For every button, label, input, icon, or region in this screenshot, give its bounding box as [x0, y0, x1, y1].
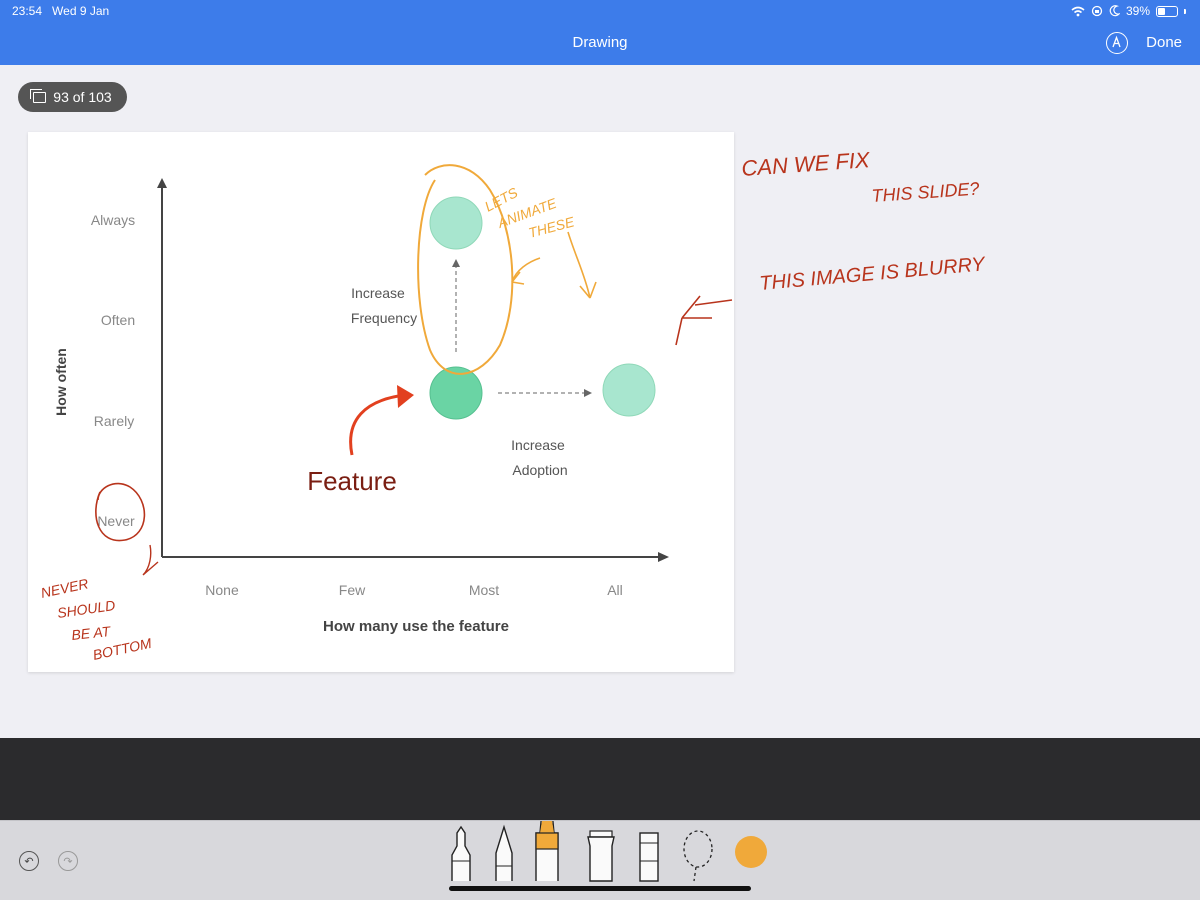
ink-never-line2: SHOULD [56, 597, 116, 621]
ink-fix-note: CAN WE FIX THIS SLIDE? [741, 147, 980, 206]
ink-never-line1: NEVER [39, 575, 90, 601]
ink-never-note: NEVER SHOULD BE AT BOTTOM [39, 575, 153, 663]
ink-arrow-orange-left [511, 257, 541, 285]
pen-tool-icon[interactable] [451, 825, 471, 881]
ink-never-line3: BE AT [71, 623, 113, 643]
ink-fix-line1: CAN WE FIX [741, 147, 872, 181]
ink-feature-label: Feature [307, 466, 397, 496]
ink-annotations: LETS ANIMATE THESE Feature NEVER SHOULD … [39, 147, 988, 663]
tool-palette [451, 821, 767, 882]
ink-feature-arrow [349, 393, 406, 456]
ink-arrow-never [142, 544, 159, 576]
ink-arrow-blurry [675, 295, 733, 346]
lasso-tool-icon[interactable] [683, 830, 713, 882]
undo-icon[interactable]: ↶ [19, 851, 39, 871]
home-indicator [449, 886, 751, 891]
ink-fix-line2: THIS SLIDE? [871, 179, 980, 206]
pencil-tool-icon[interactable] [495, 824, 513, 881]
ink-circle-never [95, 482, 146, 542]
canvas-bottom-area [0, 738, 1200, 820]
ink-arrow-orange-down [567, 231, 597, 299]
eraser-tool-icon[interactable] [587, 830, 615, 882]
ruler-tool-icon[interactable] [639, 832, 659, 882]
ink-animate-note: LETS ANIMATE THESE [482, 184, 577, 241]
marker-tool-icon[interactable] [535, 821, 559, 881]
ink-blurry-note: THIS IMAGE IS BLURRY [759, 253, 988, 295]
color-picker-icon[interactable] [735, 836, 767, 868]
redo-icon[interactable]: ↷ [58, 851, 78, 871]
